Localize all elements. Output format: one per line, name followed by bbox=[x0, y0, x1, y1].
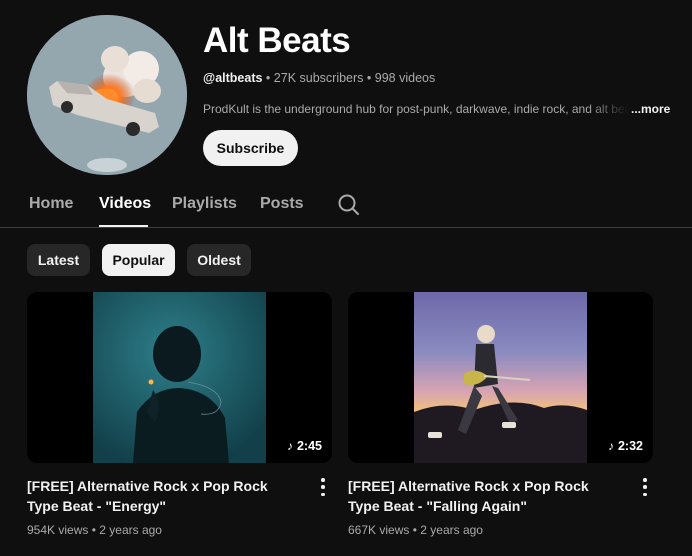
channel-avatar[interactable] bbox=[27, 15, 187, 175]
music-note-icon: ♪ bbox=[607, 439, 614, 453]
thumbnail-image bbox=[93, 292, 266, 463]
channel-meta: @altbeats • 27K subscribers • 998 videos bbox=[203, 71, 435, 85]
music-note-icon: ♪ bbox=[286, 439, 293, 453]
tab-playlists[interactable]: Playlists bbox=[172, 195, 237, 213]
description-text: ProdKult is the underground hub for post… bbox=[203, 102, 629, 116]
chip-oldest[interactable]: Oldest bbox=[187, 244, 251, 276]
more-options-icon[interactable] bbox=[642, 478, 648, 496]
subscribe-button[interactable]: Subscribe bbox=[203, 130, 298, 166]
video-meta: 954K views • 2 years ago bbox=[27, 523, 162, 537]
channel-tabs: Home Videos Playlists Posts bbox=[0, 183, 692, 228]
meta-separator: • bbox=[265, 71, 271, 85]
thumbnail-image bbox=[414, 292, 587, 463]
duration-text: 2:45 bbox=[296, 439, 322, 453]
subscriber-count: 27K subscribers bbox=[273, 71, 364, 85]
video-count: 998 videos bbox=[374, 71, 436, 85]
video-title[interactable]: [FREE] Alternative Rock x Pop Rock Type … bbox=[27, 476, 297, 516]
view-count: 667K views bbox=[348, 523, 410, 537]
tab-posts[interactable]: Posts bbox=[260, 195, 304, 213]
video-age: 2 years ago bbox=[420, 523, 483, 537]
meta-separator: • bbox=[366, 71, 372, 85]
video-thumbnail[interactable]: ♪ 2:32 bbox=[348, 292, 653, 463]
more-link[interactable]: ...more bbox=[631, 102, 670, 116]
channel-description[interactable]: ProdKult is the underground hub for post… bbox=[203, 102, 673, 116]
chip-popular[interactable]: Popular bbox=[102, 244, 175, 276]
tab-videos[interactable]: Videos bbox=[99, 195, 151, 213]
video-title[interactable]: [FREE] Alternative Rock x Pop Rock Type … bbox=[348, 476, 618, 516]
active-tab-indicator bbox=[99, 225, 148, 227]
flaming-car-avatar-icon bbox=[27, 15, 187, 175]
video-meta: 667K views • 2 years ago bbox=[348, 523, 483, 537]
channel-page: Alt Beats @altbeats • 27K subscribers • … bbox=[0, 0, 692, 556]
video-duration: ♪ 2:32 bbox=[608, 439, 643, 453]
video-thumbnail[interactable]: ♪ 2:45 bbox=[27, 292, 332, 463]
channel-name: Alt Beats bbox=[203, 21, 351, 60]
meta-separator: • bbox=[91, 523, 96, 537]
chip-latest[interactable]: Latest bbox=[27, 244, 90, 276]
more-options-icon[interactable] bbox=[320, 478, 326, 496]
video-duration: ♪ 2:45 bbox=[287, 439, 322, 453]
search-icon[interactable] bbox=[337, 193, 361, 217]
meta-separator: • bbox=[412, 523, 417, 537]
view-count: 954K views bbox=[27, 523, 89, 537]
video-age: 2 years ago bbox=[99, 523, 162, 537]
tab-home[interactable]: Home bbox=[29, 195, 73, 213]
duration-text: 2:32 bbox=[617, 439, 643, 453]
channel-handle: @altbeats bbox=[203, 71, 263, 85]
